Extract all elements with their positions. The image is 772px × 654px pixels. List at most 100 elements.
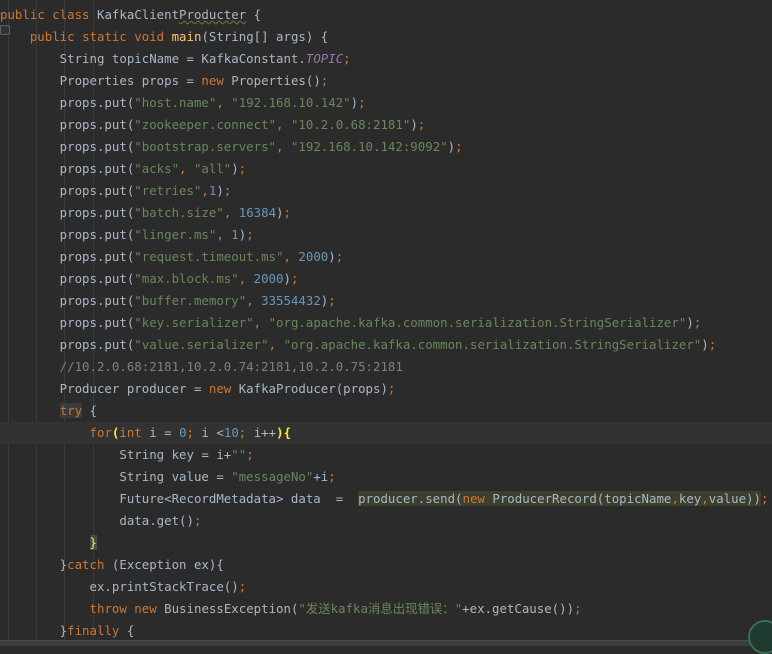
code-line[interactable]: props.put("acks", "all");: [0, 158, 772, 180]
code-line[interactable]: String value = "messageNo"+i;: [0, 466, 772, 488]
code-token: ;: [246, 447, 254, 462]
code-token: Producer producer =: [0, 381, 209, 396]
code-token: props.put(: [0, 315, 135, 330]
code-line[interactable]: props.put("key.serializer", "org.apache.…: [0, 312, 772, 334]
code-token: public: [29, 29, 83, 44]
code-token: KafkaProducer(props): [238, 381, 388, 396]
editor-horizontal-scrollbar[interactable]: [0, 640, 772, 646]
code-token: ): [410, 117, 418, 132]
code-token: "value.serializer": [134, 337, 269, 352]
code-token: ): [276, 425, 284, 440]
code-token: ,: [223, 205, 239, 220]
code-line[interactable]: public static void main(String[] args) {: [0, 26, 772, 48]
status-badge-icon: [748, 620, 772, 654]
code-line[interactable]: props.put("batch.size", 16384);: [0, 202, 772, 224]
code-token: "key.serializer": [134, 315, 254, 330]
code-token: ): [350, 95, 359, 110]
code-editor[interactable]: public class KafkaClientProducter { publ…: [0, 0, 772, 654]
code-token: props.put(: [0, 205, 135, 220]
code-line[interactable]: props.put("host.name", "192.168.10.142")…: [0, 92, 772, 114]
code-token: "messageNo": [231, 469, 314, 484]
code-token: "": [231, 447, 247, 462]
code-line[interactable]: }catch (Exception ex){: [0, 554, 772, 576]
code-line[interactable]: throw new BusinessException("发送kafka消息出现…: [0, 598, 772, 620]
code-token: 10: [223, 425, 239, 440]
code-token: ): [447, 139, 456, 154]
code-token: ;: [417, 117, 426, 132]
code-token: String key = i+: [0, 447, 232, 462]
code-token: ,: [671, 491, 679, 506]
code-token: ;: [343, 51, 351, 66]
code-line[interactable]: Future<RecordMetadata> data = producer.s…: [0, 488, 772, 510]
code-line[interactable]: String topicName = KafkaConstant.TOPIC;: [0, 48, 772, 70]
code-token: //10.2.0.68:2181,10.2.0.74:2181,10.2.0.7…: [0, 359, 403, 374]
code-token: ;: [708, 337, 717, 352]
code-token: ): [328, 249, 336, 264]
code-token: ;: [283, 205, 291, 220]
code-token: "192.168.10.142:9092": [290, 139, 448, 154]
code-line[interactable]: public class KafkaClientProducter {: [0, 4, 772, 26]
code-token: ;: [246, 227, 254, 242]
code-token: 0: [179, 425, 187, 440]
code-token: i <: [201, 425, 224, 440]
code-token: (String[] args) {: [201, 29, 329, 44]
code-token: +i: [313, 469, 329, 484]
code-line[interactable]: //10.2.0.68:2181,10.2.0.74:2181,10.2.0.7…: [0, 356, 772, 378]
code-token: class: [52, 7, 97, 22]
code-line[interactable]: data.get();: [0, 510, 772, 532]
code-token: ,: [179, 161, 194, 176]
code-token: {: [283, 425, 292, 440]
code-token: props.put(: [0, 271, 135, 286]
code-line[interactable]: ex.printStackTrace();: [0, 576, 772, 598]
code-token: props.put(: [0, 249, 135, 264]
code-token: "batch.size": [134, 205, 224, 220]
code-token: new: [134, 601, 165, 616]
code-line[interactable]: Producer producer = new KafkaProducer(pr…: [0, 378, 772, 400]
code-token: "org.apache.kafka.common.serialization.S…: [268, 315, 687, 330]
code-line[interactable]: props.put("max.block.ms", 2000);: [0, 268, 772, 290]
code-line[interactable]: for(int i = 0; i <10; i++){: [0, 422, 772, 444]
code-line[interactable]: props.put("bootstrap.servers", "192.168.…: [0, 136, 772, 158]
code-line[interactable]: props.put("linger.ms", 1);: [0, 224, 772, 246]
code-token: ;: [335, 249, 344, 264]
code-token: for: [89, 425, 112, 440]
code-token: ex.printStackTrace(): [0, 579, 239, 594]
code-line[interactable]: try {: [0, 400, 772, 422]
code-token: ,: [701, 491, 709, 506]
code-line[interactable]: String key = i+"";: [0, 444, 772, 466]
code-line[interactable]: }finally {: [0, 620, 772, 642]
code-line[interactable]: props.put("retries",1);: [0, 180, 772, 202]
code-token: +ex.getCause()): [462, 601, 575, 616]
code-token: ,: [253, 315, 269, 330]
code-token: 16384: [238, 205, 277, 220]
code-token: "发送kafka消息出现错误：": [298, 601, 463, 616]
code-token: ): [231, 161, 239, 176]
code-line[interactable]: Properties props = new Properties();: [0, 70, 772, 92]
code-token: ,: [216, 227, 232, 242]
code-token: ,: [268, 337, 284, 352]
code-token: ;: [387, 381, 396, 396]
code-token: "all": [193, 161, 232, 176]
code-token: "host.name": [134, 95, 217, 110]
code-line[interactable]: props.put("value.serializer", "org.apach…: [0, 334, 772, 356]
code-token: TOPIC: [305, 51, 344, 66]
code-token: main: [171, 29, 202, 44]
code-token: ,: [283, 249, 299, 264]
code-line[interactable]: }: [0, 532, 772, 554]
code-token: Future<RecordMetadata> data =: [0, 491, 359, 506]
code-line[interactable]: props.put("buffer.memory", 33554432);: [0, 290, 772, 312]
code-token: data.get(): [0, 513, 194, 528]
code-token: try: [59, 403, 83, 418]
code-token: ,: [246, 293, 262, 308]
code-token: ): [276, 205, 284, 220]
code-line[interactable]: props.put("request.timeout.ms", 2000);: [0, 246, 772, 268]
code-token: "10.2.0.68:2181": [290, 117, 411, 132]
code-line[interactable]: props.put("zookeeper.connect", "10.2.0.6…: [0, 114, 772, 136]
code-token: "buffer.memory": [134, 293, 247, 308]
code-token: value)): [708, 491, 761, 506]
code-token: key: [678, 491, 702, 506]
